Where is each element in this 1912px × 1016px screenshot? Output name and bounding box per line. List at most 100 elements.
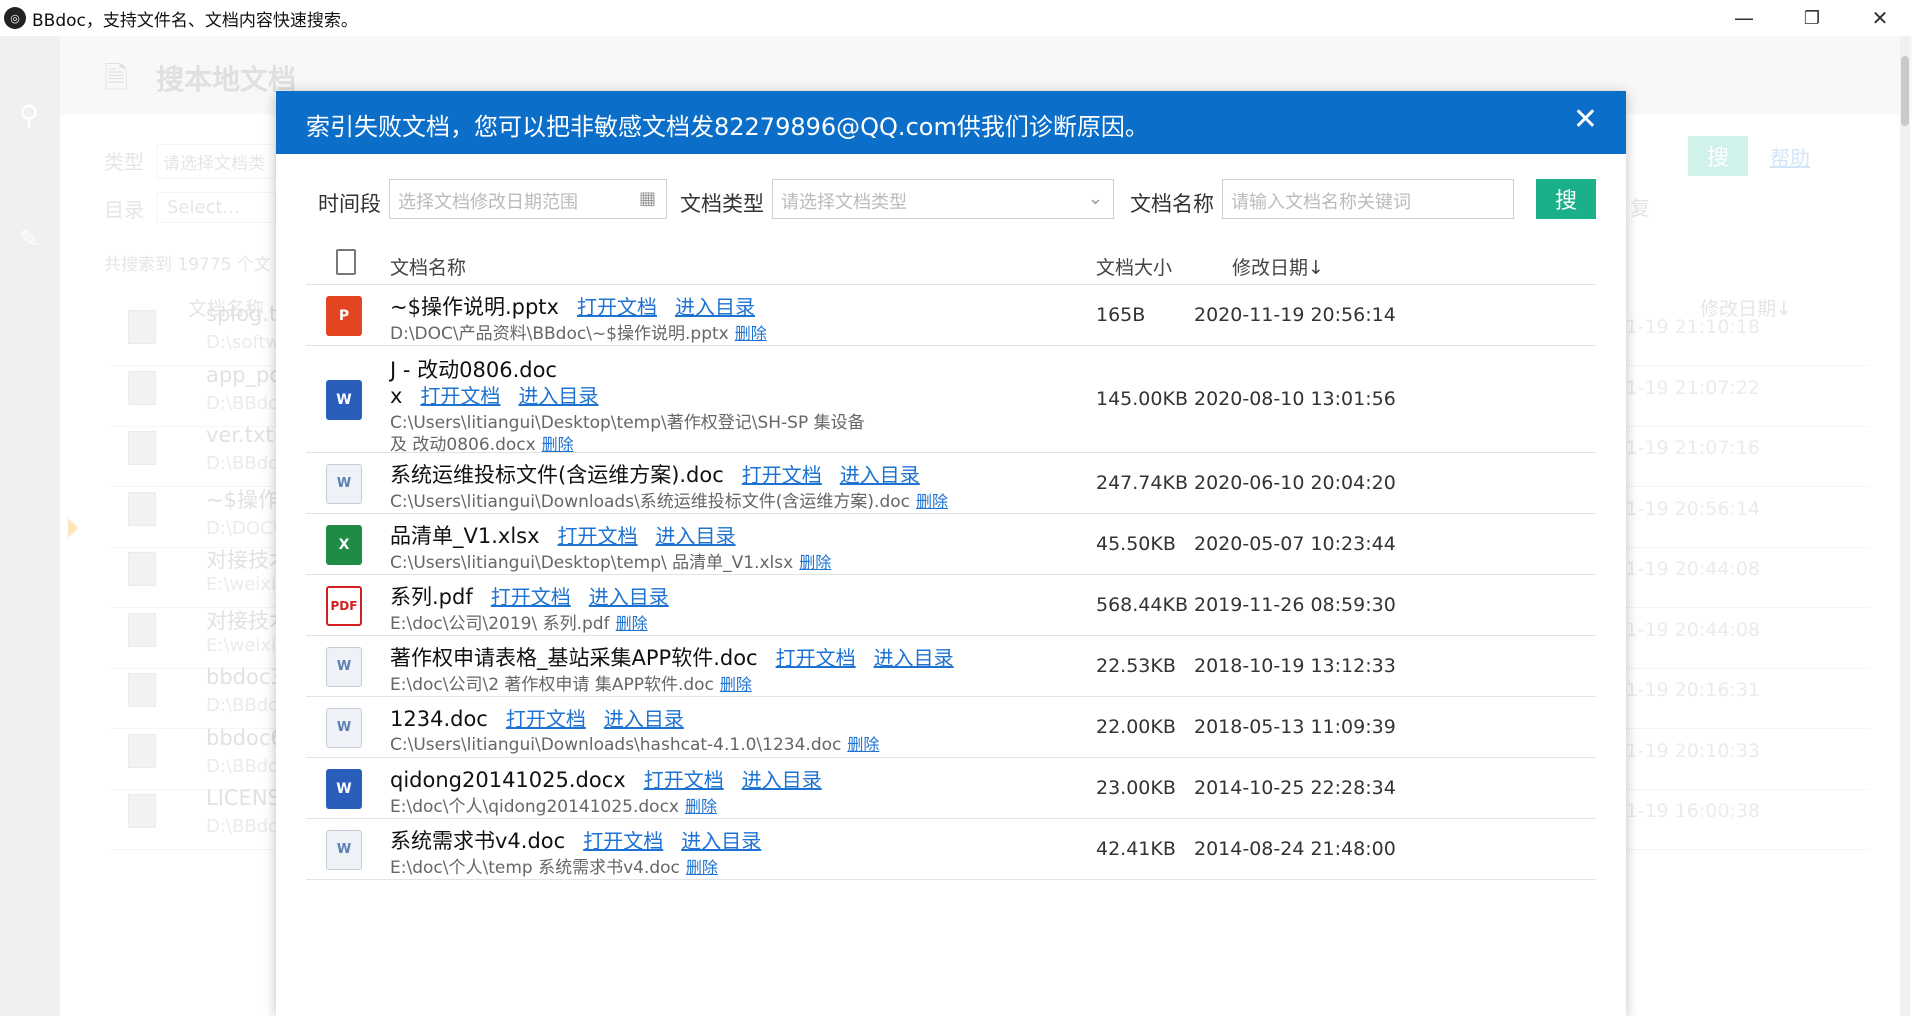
delete-link[interactable]: 删除 [542, 435, 574, 454]
app-logo-icon: ◎ [4, 7, 26, 29]
file-date: 2020-05-07 10:23:44 [1194, 532, 1396, 555]
file-path-cont: 及 改动0806.docx [390, 435, 536, 455]
file-name: qidong20141025.docx [390, 768, 626, 792]
file-size: 23.00KB [1096, 776, 1176, 799]
table-row[interactable]: Wqidong20141025.docx 打开文档 进入目录 E:\doc\个人\qi… [306, 758, 1596, 819]
file-name-line: 系统需求书v4.doc 打开文档 进入目录 [390, 825, 761, 855]
gen-file-icon: W [326, 707, 362, 748]
file-path: C:\Users\litiangui\Downloads\系统运维投标文件(含运… [390, 492, 910, 512]
window-titlebar: ◎ BBdoc，支持文件名、文档内容快速搜索。 — ❐ ✕ [0, 0, 1912, 36]
xls-file-icon: X [326, 524, 362, 565]
col-date[interactable]: 修改日期↓ [1232, 253, 1324, 280]
gen-file-icon: W [326, 829, 362, 870]
delete-link[interactable]: 删除 [685, 797, 717, 816]
open-doc-link[interactable]: 打开文档 [742, 463, 822, 487]
file-path: D:\DOC\产品资料\BBdoc\~$操作说明.pptx [390, 324, 729, 344]
open-doc-link[interactable]: 打开文档 [558, 524, 638, 548]
file-path: E:\doc\公司\2 著作权申请 集APP软件.doc [390, 675, 714, 695]
file-path-line: D:\DOC\产品资料\BBdoc\~$操作说明.pptx 删除 [390, 319, 767, 344]
open-dir-link[interactable]: 进入目录 [681, 829, 761, 853]
pdf-file-icon: PDF [326, 585, 362, 626]
open-dir-link[interactable]: 进入目录 [518, 384, 598, 408]
delete-link[interactable]: 删除 [686, 858, 718, 877]
dialog-header: 索引失败文档，您可以把非敏感文档发82279896@QQ.com供我们诊断原因。… [276, 91, 1626, 154]
doc-file-icon: W [326, 768, 362, 809]
file-date: 2014-08-24 21:48:00 [1194, 837, 1396, 860]
open-dir-link[interactable]: 进入目录 [589, 585, 669, 609]
file-name-line: 系列.pdf 打开文档 进入目录 [390, 581, 669, 611]
dialog-close-button[interactable]: ✕ [1573, 105, 1598, 135]
delete-link[interactable]: 删除 [799, 553, 831, 572]
open-doc-link[interactable]: 打开文档 [583, 829, 663, 853]
file-size: 145.00KB [1096, 387, 1188, 410]
delete-link[interactable]: 删除 [720, 675, 752, 694]
search-button[interactable]: 搜 [1536, 179, 1596, 219]
file-name-line: 品清单_V1.xlsx 打开文档 进入目录 [390, 520, 736, 550]
table-row[interactable]: W 系统运维投标文件(含运维方案).doc 打开文档 进入目录 C:\Users\lit… [306, 453, 1596, 514]
doc-name-input[interactable]: 请输入文档名称关键词 [1222, 179, 1514, 219]
table-row[interactable]: P ~$操作说明.pptx 打开文档 进入目录 D:\DOC\产品资料\BBdoc\~$… [306, 285, 1596, 346]
open-dir-link[interactable]: 进入目录 [840, 463, 920, 487]
col-size: 文档大小 [1096, 257, 1173, 279]
file-date: 2014-10-25 22:28:34 [1194, 776, 1396, 799]
file-date: 2020-11-19 20:56:14 [1194, 303, 1396, 326]
open-dir-link[interactable]: 进入目录 [742, 768, 822, 792]
open-dir-link[interactable]: 进入目录 [675, 295, 755, 319]
open-doc-link[interactable]: 打开文档 [577, 295, 657, 319]
doc-type-select[interactable]: 请选择文档类型 ⌄ [772, 179, 1114, 219]
open-doc-link[interactable]: 打开文档 [506, 707, 586, 731]
file-date: 2020-06-10 20:04:20 [1194, 471, 1396, 494]
file-size: 247.74KB [1096, 471, 1188, 494]
table-row[interactable]: WJ - 改动0806.doc x 打开文档 进入目录 C:\Users\litiang… [306, 346, 1596, 455]
open-dir-link[interactable]: 进入目录 [874, 646, 954, 670]
table-row[interactable]: PDF 系列.pdf 打开文档 进入目录 E:\doc\公司\2019\ 系列.pdf… [306, 575, 1596, 636]
delete-link[interactable]: 删除 [847, 735, 879, 754]
open-doc-link[interactable]: 打开文档 [644, 768, 724, 792]
table-row[interactable]: W 系统需求书v4.doc 打开文档 进入目录 E:\doc\个人\temp 系统需求… [306, 819, 1596, 880]
table-row[interactable]: W 1234.doc 打开文档 进入目录 C:\Users\litiangui\Down… [306, 697, 1596, 758]
file-path-line: E:\doc\个人\qidong20141025.docx 删除 [390, 792, 717, 817]
open-doc-link[interactable]: 打开文档 [776, 646, 856, 670]
open-dir-link[interactable]: 进入目录 [604, 707, 684, 731]
open-doc-link[interactable]: 打开文档 [491, 585, 571, 609]
file-path-line-cont: 及 改动0806.docx 删除 [390, 430, 574, 455]
file-name-line: 系统运维投标文件(含运维方案).doc 打开文档 进入目录 [390, 459, 920, 489]
file-name-line: 1234.doc 打开文档 进入目录 [390, 703, 684, 732]
date-range-placeholder: 选择文档修改日期范围 [398, 192, 578, 213]
file-name-line: ~$操作说明.pptx 打开文档 进入目录 [390, 291, 755, 321]
file-path: E:\doc\个人\temp 系统需求书v4.doc [390, 858, 680, 878]
file-name: J - 改动0806.doc [390, 358, 557, 382]
open-doc-link[interactable]: 打开文档 [420, 384, 500, 408]
file-date: 2019-11-26 08:59:30 [1194, 593, 1396, 616]
file-name-cont: x [390, 384, 403, 408]
table-row[interactable]: X 品清单_V1.xlsx 打开文档 进入目录 C:\Users\litiangui\… [306, 514, 1596, 575]
chevron-down-icon: ⌄ [1087, 188, 1103, 209]
file-path: C:\Users\litiangui\Desktop\temp\ 品清单_V1.… [390, 553, 794, 573]
file-path: E:\doc\个人\qidong20141025.docx [390, 797, 679, 817]
file-size: 42.41KB [1096, 837, 1176, 860]
gen-file-icon: W [326, 463, 362, 504]
scrollbar-thumb[interactable] [1901, 56, 1909, 126]
file-path-line: E:\doc\公司\2019\ 系列.pdf 删除 [390, 609, 648, 634]
close-window-button[interactable]: ✕ [1850, 0, 1910, 36]
file-name: 品清单_V1.xlsx [390, 524, 540, 548]
file-name: ~$操作说明.pptx [390, 295, 559, 319]
file-size: 22.53KB [1096, 654, 1176, 677]
minimize-button[interactable]: — [1714, 0, 1774, 36]
file-name: 系统需求书v4.doc [390, 829, 566, 853]
date-range-input[interactable]: 选择文档修改日期范围 ▦ [389, 179, 667, 219]
delete-link[interactable]: 删除 [916, 492, 948, 511]
restore-button[interactable]: ❐ [1782, 0, 1842, 36]
file-name-line: 著作权申请表格_基站采集APP软件.doc 打开文档 进入目录 [390, 642, 954, 672]
gen-file-icon: W [326, 646, 362, 687]
open-dir-link[interactable]: 进入目录 [656, 524, 736, 548]
ppt-file-icon: P [326, 295, 362, 336]
delete-link[interactable]: 删除 [735, 324, 767, 343]
scrollbar[interactable] [1900, 36, 1910, 1016]
file-size: 165B [1096, 303, 1146, 326]
file-name-line-cont: x 打开文档 进入目录 [390, 380, 598, 409]
file-path: E:\doc\公司\2019\ 系列.pdf [390, 614, 610, 634]
table-row[interactable]: W 著作权申请表格_基站采集APP软件.doc 打开文档 进入目录 E:\doc\公司\… [306, 636, 1596, 697]
file-name: 系统运维投标文件(含运维方案).doc [390, 463, 724, 487]
delete-link[interactable]: 删除 [616, 614, 648, 633]
